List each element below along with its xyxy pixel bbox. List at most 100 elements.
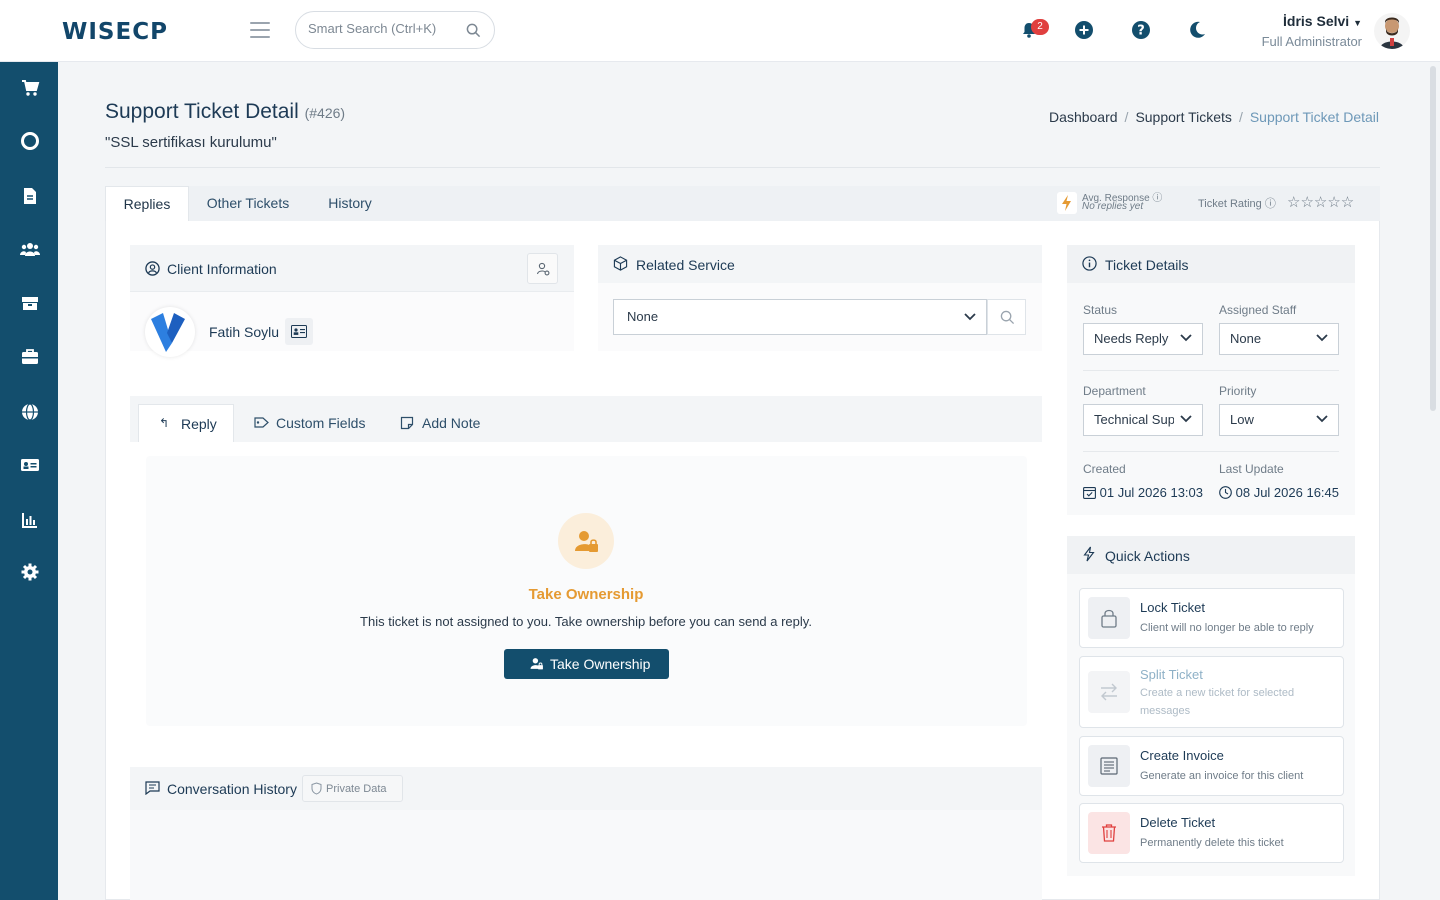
split-ticket-action[interactable]: Split Ticket Create a new ticket for sel…	[1079, 656, 1344, 728]
tab-replies[interactable]: Replies	[105, 186, 189, 221]
notification-badge: 2	[1031, 19, 1049, 35]
take-ownership-button[interactable]: Take Ownership	[504, 649, 669, 679]
lightning-icon	[1057, 192, 1077, 214]
ticket-rating-label: Ticket Rating ⓘ	[1198, 198, 1276, 210]
sidebar	[0, 62, 58, 900]
user-lock-icon	[530, 658, 543, 670]
priority-label: Priority	[1219, 384, 1257, 398]
assigned-staff-select[interactable]: None	[1219, 323, 1339, 355]
ticket-subject: "SSL sertifikası kurulumu"	[105, 134, 277, 151]
chevron-down-icon	[1316, 415, 1328, 423]
priority-select[interactable]: Low	[1219, 404, 1339, 436]
cube-icon	[613, 256, 628, 271]
search-icon	[1000, 310, 1015, 325]
swap-icon	[1088, 671, 1130, 713]
tag-icon	[254, 417, 269, 428]
id-card-icon	[291, 325, 307, 338]
note-icon	[400, 416, 414, 430]
assigned-staff-label: Assigned Staff	[1219, 303, 1297, 317]
take-ownership-message: This ticket is not assigned to you. Take…	[360, 614, 812, 629]
breadcrumb: Dashboard / Support Tickets / Support Ticket…	[1049, 109, 1379, 125]
logo[interactable]: WISECP	[62, 19, 168, 45]
bar-chart-icon[interactable]	[20, 510, 40, 530]
lightning-icon	[1083, 546, 1095, 562]
delete-ticket-action[interactable]: Delete Ticket Permanently delete this ti…	[1079, 803, 1344, 863]
status-select[interactable]: Needs Reply	[1083, 323, 1203, 355]
help-icon[interactable]: ?	[1131, 20, 1151, 40]
user-lock-icon	[558, 513, 614, 569]
client-info-title: Client Information	[167, 261, 277, 277]
client-name[interactable]: Fatih Soylu	[209, 324, 279, 340]
lock-ticket-action[interactable]: Lock Ticket Client will no longer be abl…	[1079, 588, 1344, 648]
search-input[interactable]	[308, 21, 458, 36]
top-header: WISECP 2 ? İdris Selvi ▼ Full Administra…	[0, 0, 1440, 62]
plus-circle-icon[interactable]	[1074, 20, 1094, 40]
smart-search[interactable]	[295, 11, 495, 49]
breadcrumb-support-tickets[interactable]: Support Tickets	[1135, 109, 1232, 125]
related-service-select[interactable]: None	[613, 299, 987, 335]
shield-icon	[311, 782, 322, 795]
create-invoice-action[interactable]: Create Invoice Generate an invoice for t…	[1079, 736, 1344, 796]
invoice-icon	[1088, 745, 1130, 787]
ticket-details-panel: Ticket Details Status Needs Reply Assign…	[1067, 245, 1355, 515]
client-avatar	[145, 307, 195, 357]
divider	[105, 167, 1380, 168]
clock-icon	[1219, 486, 1232, 499]
user-circle-icon	[145, 261, 160, 276]
id-card-icon[interactable]	[20, 455, 40, 475]
service-search-button[interactable]	[987, 299, 1026, 335]
client-info-panel: Client Information Fatih Soylu	[130, 245, 574, 357]
globe-icon[interactable]	[20, 402, 40, 422]
breadcrumb-current: Support Ticket Detail	[1249, 109, 1379, 125]
quick-actions-title: Quick Actions	[1105, 548, 1190, 564]
chevron-down-icon	[1180, 415, 1192, 423]
info-icon[interactable]: ⓘ	[1152, 193, 1162, 204]
gear-icon[interactable]	[20, 562, 40, 582]
user-role: Full Administrator	[1261, 34, 1362, 49]
reply-panel: ↰ Reply Custom Fields Add Note Take Owne…	[130, 396, 1042, 742]
take-ownership-title: Take Ownership	[528, 586, 644, 603]
chevron-down-icon	[1316, 334, 1328, 342]
info-icon	[1082, 256, 1097, 271]
private-data-badge[interactable]: Private Data	[302, 775, 403, 802]
box-icon[interactable]	[20, 293, 40, 313]
user-name[interactable]: İdris Selvi ▼	[1283, 13, 1362, 29]
last-update-date: 08 Jul 2026 16:45	[1219, 485, 1339, 500]
department-label: Department	[1083, 384, 1146, 398]
message-icon	[145, 781, 160, 795]
toolbox-icon[interactable]	[20, 347, 40, 367]
moon-icon[interactable]	[1187, 20, 1207, 40]
scrollbar[interactable]	[1430, 66, 1436, 411]
reply-arrow-icon: ↰	[159, 416, 170, 430]
department-select[interactable]: Technical Sup	[1083, 404, 1203, 436]
info-icon[interactable]: ⓘ	[1265, 198, 1276, 210]
last-update-label: Last Update	[1219, 462, 1284, 476]
lock-icon	[1088, 597, 1130, 639]
client-settings-button[interactable]	[527, 253, 558, 284]
breadcrumb-dashboard[interactable]: Dashboard	[1049, 109, 1118, 125]
tabs-bar: Replies Other Tickets History	[105, 186, 1380, 221]
document-icon[interactable]	[20, 186, 40, 206]
users-icon[interactable]	[20, 239, 40, 259]
calendar-icon	[1083, 487, 1096, 499]
status-label: Status	[1083, 303, 1118, 317]
cart-icon[interactable]	[20, 78, 40, 98]
client-card-button[interactable]	[285, 318, 313, 345]
chevron-down-icon	[964, 313, 976, 321]
chevron-down-icon	[1180, 334, 1192, 342]
rating-stars[interactable]: ☆☆☆☆☆	[1287, 193, 1354, 211]
conversation-panel: Conversation History Private Data	[130, 767, 1042, 900]
tab-other-tickets[interactable]: Other Tickets	[195, 186, 301, 221]
lifebuoy-icon[interactable]	[20, 131, 40, 151]
avatar[interactable]	[1374, 13, 1410, 49]
page-title: Support Ticket Detail (#426)	[105, 100, 346, 123]
trash-icon	[1088, 812, 1130, 854]
tab-reply[interactable]: ↰ Reply	[138, 404, 234, 442]
created-label: Created	[1083, 462, 1126, 476]
related-service-title: Related Service	[636, 257, 735, 273]
menu-toggle-icon[interactable]	[250, 22, 270, 38]
divider	[1083, 370, 1339, 371]
tab-history[interactable]: History	[317, 186, 383, 221]
related-service-panel: Related Service None	[598, 245, 1042, 351]
search-icon[interactable]	[466, 23, 481, 38]
